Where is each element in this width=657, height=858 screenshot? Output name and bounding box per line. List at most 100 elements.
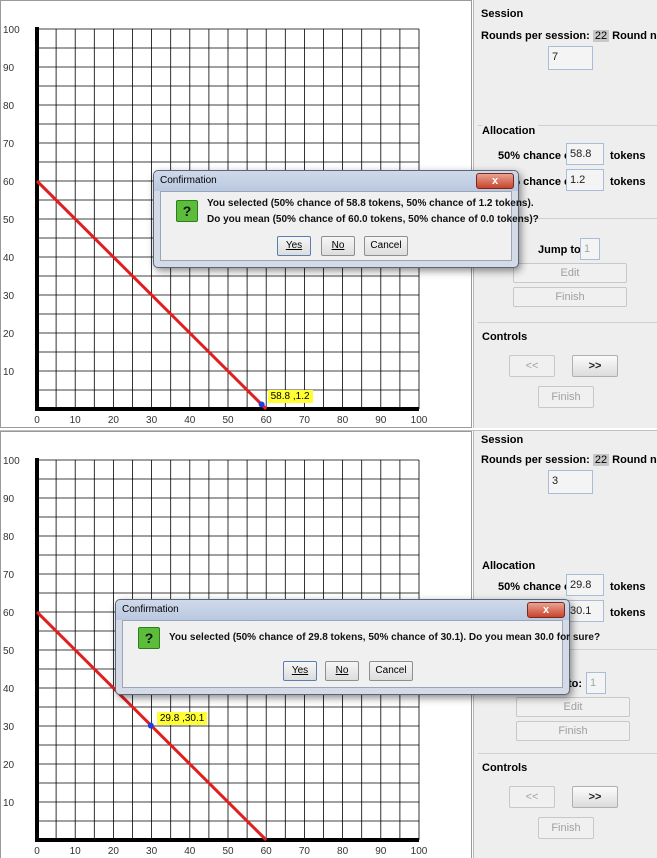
x-tick-label: 0 xyxy=(34,846,40,857)
y-tick-label: 80 xyxy=(3,532,15,543)
dialog-message-line-1: You selected (50% chance of 29.8 tokens,… xyxy=(169,632,601,643)
x-tick-label: 90 xyxy=(375,415,387,426)
next-button[interactable]: >> xyxy=(572,355,618,377)
dialog-body: ? You selected (50% chance of 58.8 token… xyxy=(160,191,539,261)
x-tick-label: 10 xyxy=(70,846,82,857)
y-tick-label: 50 xyxy=(3,215,15,226)
chance-field-2[interactable]: 1.2 xyxy=(566,169,604,191)
screenshot-round-3: 0 10 20 30 40 50 60 70 80 90 100 10 20 30 40 50 60 70 80 90… xyxy=(0,430,657,858)
question-icon: ? xyxy=(138,627,160,649)
dialog-body: ? You selected (50% chance of 29.8 token… xyxy=(122,620,600,688)
allocation-title: Allocation xyxy=(482,125,539,137)
x-tick-label: 80 xyxy=(337,415,349,426)
y-tick-label: 30 xyxy=(3,722,15,733)
tokens-label-1: tokens xyxy=(610,150,646,162)
previous-button[interactable]: << xyxy=(509,786,555,808)
controls-finish-button[interactable]: Finish xyxy=(538,386,594,408)
x-tick-label: 90 xyxy=(375,846,387,857)
cancel-button[interactable]: Cancel xyxy=(369,661,413,681)
question-icon: ? xyxy=(176,200,198,222)
rounds-per-session-label: Rounds per session: 22 Round number xyxy=(481,454,657,466)
y-tick-label: 90 xyxy=(3,494,15,505)
close-icon[interactable]: x xyxy=(476,173,514,189)
y-tick-label: 70 xyxy=(3,570,15,581)
round-number-label: Round number: xyxy=(612,30,657,42)
x-tick-label: 30 xyxy=(146,415,158,426)
selected-point-label: 58.8 ,1.2 xyxy=(267,390,313,404)
round-number-field: 7 xyxy=(548,46,593,70)
no-button[interactable]: No xyxy=(321,236,355,256)
x-tick-label: 20 xyxy=(108,415,120,426)
y-tick-label: 10 xyxy=(3,367,15,378)
selected-point xyxy=(258,401,265,408)
confirmation-dialog: Confirmation x ? You selected (50% chanc… xyxy=(153,170,539,268)
controls-group: Controls << >> Finish xyxy=(478,322,657,426)
controls-title: Controls xyxy=(482,331,531,343)
edit-button[interactable]: Edit xyxy=(513,263,627,283)
next-button[interactable]: >> xyxy=(572,786,618,808)
y-tick-label: 50 xyxy=(3,646,15,657)
jump-to-label: Jump to: xyxy=(538,244,585,256)
x-tick-label: 100 xyxy=(411,846,428,857)
selected-point-label: 29.8 ,30.1 xyxy=(156,711,208,725)
x-tick-label: 10 xyxy=(70,415,82,426)
tokens-label-1: tokens xyxy=(610,581,646,593)
y-tick-label: 20 xyxy=(3,760,15,771)
x-tick-label: 60 xyxy=(261,846,273,857)
yes-button[interactable]: Yes xyxy=(283,661,317,681)
dialog-title: Confirmation xyxy=(154,171,518,191)
dialog-message-line-2: Do you mean (50% chance of 60.0 tokens, … xyxy=(207,214,539,225)
allocation-title: Allocation xyxy=(482,560,539,572)
y-tick-label: 10 xyxy=(3,798,15,809)
previous-button[interactable]: << xyxy=(509,355,555,377)
edit-button[interactable]: Edit xyxy=(516,697,630,717)
session-title: Session xyxy=(481,8,527,20)
controls-group: Controls << >> Finish xyxy=(478,753,657,857)
x-tick-label: 50 xyxy=(222,415,234,426)
finish-button[interactable]: Finish xyxy=(516,721,630,741)
y-tick-label: 40 xyxy=(3,684,15,695)
y-tick-label: 60 xyxy=(3,608,15,619)
dialog-message-line-1: You selected (50% chance of 58.8 tokens,… xyxy=(207,198,534,209)
x-tick-label: 20 xyxy=(108,846,120,857)
y-tick-label: 60 xyxy=(3,177,15,188)
x-tick-label: 40 xyxy=(184,846,196,857)
controls-finish-button[interactable]: Finish xyxy=(538,817,594,839)
chance-field-1[interactable]: 58.8 xyxy=(566,143,604,165)
close-icon[interactable]: x xyxy=(527,602,565,618)
rounds-per-session-value: 22 xyxy=(592,30,610,42)
screenshot-round-7: 0 10 20 30 40 50 60 70 80 90 100 10 20 30 40 50 60 70 80 90… xyxy=(0,0,657,428)
y-tick-label: 90 xyxy=(3,63,15,74)
chance-field-1[interactable]: 29.8 xyxy=(566,574,604,596)
round-number-label: Round number xyxy=(612,454,657,466)
x-tick-label: 0 xyxy=(34,415,40,426)
rounds-per-session-value: 22 xyxy=(592,454,610,466)
x-tick-label: 30 xyxy=(146,846,158,857)
jump-to-label: to: xyxy=(568,678,583,690)
x-tick-label: 50 xyxy=(222,846,234,857)
yes-button[interactable]: Yes xyxy=(277,236,311,256)
finish-button[interactable]: Finish xyxy=(513,287,627,307)
y-tick-label: 40 xyxy=(3,253,15,264)
controls-title: Controls xyxy=(482,762,531,774)
x-tick-label: 80 xyxy=(337,846,349,857)
y-tick-label: 30 xyxy=(3,291,15,302)
cancel-button[interactable]: Cancel xyxy=(364,236,408,256)
y-tick-label: 100 xyxy=(3,456,20,467)
y-tick-label: 100 xyxy=(3,25,20,36)
jump-to-field[interactable]: 1 xyxy=(586,672,606,694)
tokens-label-2: tokens xyxy=(610,176,646,188)
x-tick-label: 60 xyxy=(261,415,273,426)
x-tick-label: 70 xyxy=(299,415,311,426)
y-tick-label: 70 xyxy=(3,139,15,150)
session-title: Session xyxy=(481,434,527,446)
confirmation-dialog: Confirmation x ? You selected (50% chanc… xyxy=(115,599,600,695)
chance-field-2[interactable]: 30.1 xyxy=(566,600,604,622)
dialog-title: Confirmation xyxy=(116,600,569,620)
y-tick-label: 80 xyxy=(3,101,15,112)
y-tick-label: 20 xyxy=(3,329,15,340)
jump-to-field[interactable]: 1 xyxy=(580,238,600,260)
no-button[interactable]: No xyxy=(325,661,359,681)
selected-point xyxy=(147,722,154,729)
round-number-field: 3 xyxy=(548,470,593,494)
